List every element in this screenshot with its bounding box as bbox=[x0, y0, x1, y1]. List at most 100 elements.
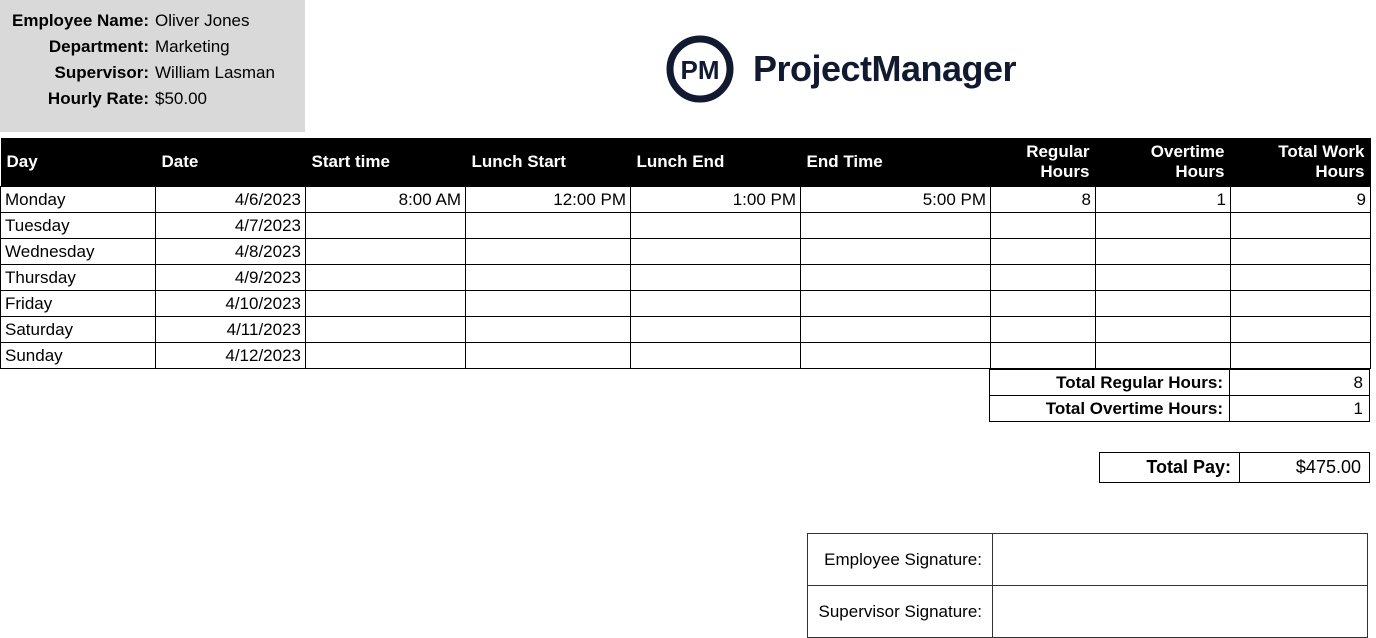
start-time-cell[interactable]: 8:00 AM bbox=[306, 187, 466, 213]
table-row: Saturday4/11/2023 bbox=[1, 317, 1371, 343]
start-time-cell[interactable] bbox=[306, 213, 466, 239]
lunch-end-cell[interactable] bbox=[631, 317, 801, 343]
lunch-start-cell[interactable] bbox=[466, 239, 631, 265]
pm-logo-icon: PM bbox=[665, 34, 735, 104]
total-hours-cell bbox=[1231, 291, 1371, 317]
total-hours-cell bbox=[1231, 343, 1371, 369]
start-time-cell[interactable] bbox=[306, 291, 466, 317]
employee-name-value: Oliver Jones bbox=[155, 8, 249, 34]
date-cell: 4/6/2023 bbox=[156, 187, 306, 213]
lunch-start-cell[interactable]: 12:00 PM bbox=[466, 187, 631, 213]
date-cell: 4/12/2023 bbox=[156, 343, 306, 369]
day-cell: Tuesday bbox=[1, 213, 156, 239]
total-hours-cell bbox=[1231, 239, 1371, 265]
total-hours-cell bbox=[1231, 213, 1371, 239]
lunch-end-cell[interactable] bbox=[631, 213, 801, 239]
lunch-start-cell[interactable] bbox=[466, 291, 631, 317]
brand-name: ProjectManager bbox=[753, 48, 1016, 90]
day-cell: Friday bbox=[1, 291, 156, 317]
brand-block: PM ProjectManager bbox=[305, 0, 1376, 104]
lunch-start-cell[interactable] bbox=[466, 343, 631, 369]
table-row: Sunday4/12/2023 bbox=[1, 343, 1371, 369]
table-row: Wednesday4/8/2023 bbox=[1, 239, 1371, 265]
total-overtime-label: Total Overtime Hours: bbox=[990, 396, 1230, 422]
supervisor-label: Supervisor: bbox=[10, 60, 155, 86]
day-cell: Thursday bbox=[1, 265, 156, 291]
svg-text:PM: PM bbox=[680, 55, 719, 85]
date-cell: 4/9/2023 bbox=[156, 265, 306, 291]
start-time-cell[interactable] bbox=[306, 239, 466, 265]
date-cell: 4/10/2023 bbox=[156, 291, 306, 317]
supervisor-signature-field[interactable] bbox=[993, 586, 1368, 638]
day-cell: Wednesday bbox=[1, 239, 156, 265]
table-row: Tuesday4/7/2023 bbox=[1, 213, 1371, 239]
totals-table: Total Regular Hours: 8 Total Overtime Ho… bbox=[989, 369, 1370, 422]
table-row: Thursday4/9/2023 bbox=[1, 265, 1371, 291]
date-cell: 4/8/2023 bbox=[156, 239, 306, 265]
total-overtime-value: 1 bbox=[1230, 396, 1370, 422]
table-row: Monday4/6/20238:00 AM12:00 PM1:00 PM5:00… bbox=[1, 187, 1371, 213]
total-pay-table: Total Pay: $475.00 bbox=[1099, 452, 1370, 483]
end-time-cell[interactable] bbox=[801, 213, 991, 239]
total-pay-label: Total Pay: bbox=[1100, 453, 1240, 483]
overtime-hours-cell bbox=[1096, 265, 1231, 291]
table-row: Friday4/10/2023 bbox=[1, 291, 1371, 317]
overtime-hours-cell bbox=[1096, 239, 1231, 265]
total-hours-cell bbox=[1231, 265, 1371, 291]
col-start-header: Start time bbox=[306, 138, 466, 187]
start-time-cell[interactable] bbox=[306, 265, 466, 291]
total-regular-value: 8 bbox=[1230, 370, 1370, 396]
supervisor-signature-label: Supervisor Signature: bbox=[808, 586, 993, 638]
employee-signature-label: Employee Signature: bbox=[808, 534, 993, 586]
overtime-hours-cell bbox=[1096, 291, 1231, 317]
overtime-hours-cell bbox=[1096, 343, 1231, 369]
start-time-cell[interactable] bbox=[306, 317, 466, 343]
regular-hours-cell: 8 bbox=[991, 187, 1096, 213]
overtime-hours-cell bbox=[1096, 213, 1231, 239]
end-time-cell[interactable] bbox=[801, 291, 991, 317]
lunch-start-cell[interactable] bbox=[466, 213, 631, 239]
date-cell: 4/11/2023 bbox=[156, 317, 306, 343]
day-cell: Monday bbox=[1, 187, 156, 213]
regular-hours-cell bbox=[991, 291, 1096, 317]
col-day-header: Day bbox=[1, 138, 156, 187]
day-cell: Sunday bbox=[1, 343, 156, 369]
regular-hours-cell bbox=[991, 213, 1096, 239]
end-time-cell[interactable] bbox=[801, 343, 991, 369]
header-row: Day Date Start time Lunch Start Lunch En… bbox=[1, 138, 1371, 187]
hourly-rate-label: Hourly Rate: bbox=[10, 86, 155, 112]
employee-name-label: Employee Name: bbox=[10, 8, 155, 34]
regular-hours-cell bbox=[991, 265, 1096, 291]
lunch-end-cell[interactable] bbox=[631, 265, 801, 291]
total-regular-label: Total Regular Hours: bbox=[990, 370, 1230, 396]
col-overtime-header: Overtime Hours bbox=[1096, 138, 1231, 187]
overtime-hours-cell bbox=[1096, 317, 1231, 343]
lunch-end-cell[interactable]: 1:00 PM bbox=[631, 187, 801, 213]
col-regular-header: Regular Hours bbox=[991, 138, 1096, 187]
lunch-end-cell[interactable] bbox=[631, 291, 801, 317]
lunch-end-cell[interactable] bbox=[631, 343, 801, 369]
total-pay-value: $475.00 bbox=[1240, 453, 1370, 483]
end-time-cell[interactable]: 5:00 PM bbox=[801, 187, 991, 213]
end-time-cell[interactable] bbox=[801, 265, 991, 291]
supervisor-value: William Lasman bbox=[155, 60, 275, 86]
employee-signature-field[interactable] bbox=[993, 534, 1368, 586]
lunch-end-cell[interactable] bbox=[631, 239, 801, 265]
signature-table: Employee Signature: Supervisor Signature… bbox=[807, 533, 1368, 638]
lunch-start-cell[interactable] bbox=[466, 317, 631, 343]
end-time-cell[interactable] bbox=[801, 317, 991, 343]
department-value: Marketing bbox=[155, 34, 230, 60]
start-time-cell[interactable] bbox=[306, 343, 466, 369]
day-cell: Saturday bbox=[1, 317, 156, 343]
col-end-header: End Time bbox=[801, 138, 991, 187]
overtime-hours-cell: 1 bbox=[1096, 187, 1231, 213]
col-lunch-end-header: Lunch End bbox=[631, 138, 801, 187]
timesheet-table: Day Date Start time Lunch Start Lunch En… bbox=[0, 138, 1371, 369]
total-hours-cell bbox=[1231, 317, 1371, 343]
col-total-header: Total Work Hours bbox=[1231, 138, 1371, 187]
regular-hours-cell bbox=[991, 239, 1096, 265]
department-label: Department: bbox=[10, 34, 155, 60]
regular-hours-cell bbox=[991, 343, 1096, 369]
end-time-cell[interactable] bbox=[801, 239, 991, 265]
lunch-start-cell[interactable] bbox=[466, 265, 631, 291]
